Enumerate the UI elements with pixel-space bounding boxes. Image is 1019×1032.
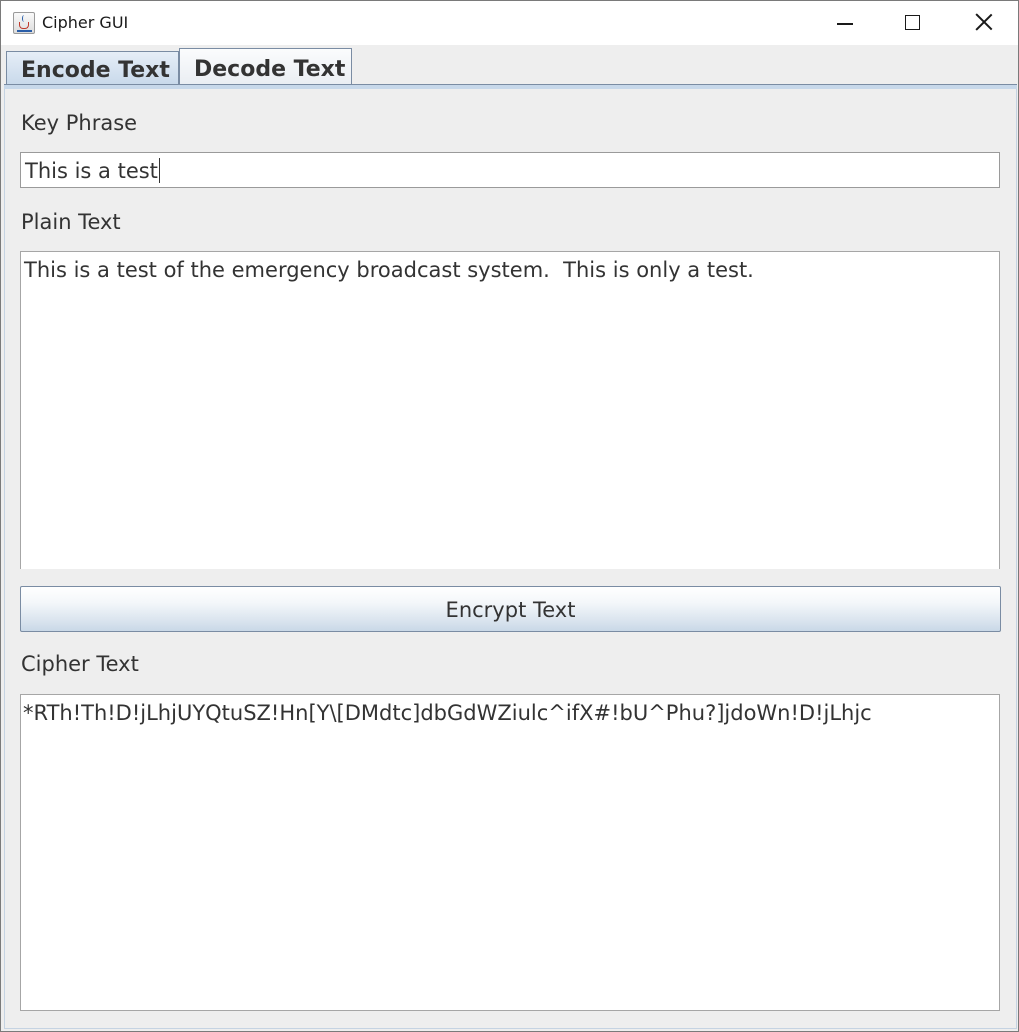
cipher-text-area[interactable]: *RTh!Th!D!jLhjUYQtuSZ!Hn[Y\[DMdtc]dbGdWZ…	[20, 694, 1000, 1011]
window-title: Cipher GUI	[42, 13, 129, 32]
close-button[interactable]	[948, 1, 1018, 45]
encrypt-text-button[interactable]: Encrypt Text	[20, 586, 1001, 632]
title-bar[interactable]: Cipher GUI	[1, 1, 1018, 45]
tab-strip: Decode Text Encode Text	[1, 45, 1018, 86]
maximize-icon	[905, 15, 920, 30]
minimize-icon	[837, 23, 853, 25]
tab-encode-text[interactable]: Encode Text	[6, 51, 179, 86]
encode-panel: Key Phrase This is a test Plain Text Thi…	[4, 89, 1017, 1029]
cipher-window: Cipher GUI Decode Text Encode Text Key P…	[0, 0, 1019, 1032]
plain-text-area[interactable]: This is a test of the emergency broadcas…	[20, 251, 1000, 569]
key-phrase-value: This is a test	[25, 159, 158, 183]
cipher-text-label: Cipher Text	[21, 652, 139, 676]
plain-text-label: Plain Text	[21, 210, 121, 234]
key-phrase-input[interactable]: This is a test	[20, 152, 1000, 188]
close-icon	[975, 13, 993, 31]
java-cup-icon	[13, 12, 35, 34]
minimize-button[interactable]	[809, 1, 879, 45]
key-phrase-label: Key Phrase	[21, 111, 138, 135]
tab-decode-text[interactable]: Decode Text	[179, 48, 352, 86]
text-caret	[158, 158, 160, 183]
maximize-button[interactable]	[878, 1, 948, 45]
